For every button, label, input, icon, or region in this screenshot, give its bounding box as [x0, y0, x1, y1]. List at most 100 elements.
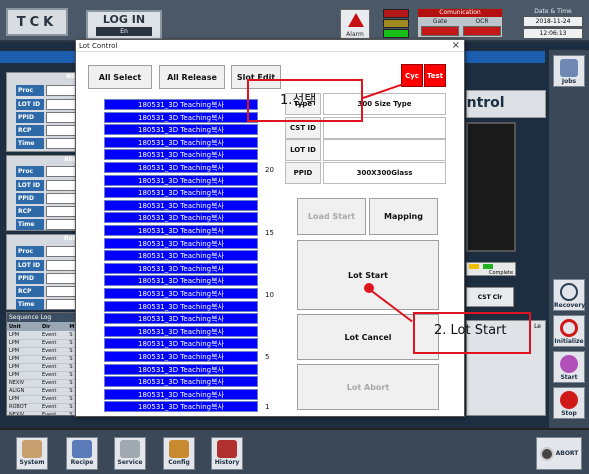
nexiv-proc-sts-label: Proc STS	[16, 85, 44, 105]
abort-button[interactable]: ABORT	[536, 437, 582, 470]
slot-item[interactable]: 180531_3D Teaching복사	[104, 225, 258, 236]
table-row[interactable]: LPM Event S	[7, 395, 79, 404]
slot-item[interactable]: 180531_3D Teaching복사	[104, 351, 258, 362]
dialog-title: Lot Control	[79, 42, 118, 50]
slot-item[interactable]: 180531_3D Teaching복사	[104, 262, 258, 274]
jobs-button[interactable]: Jobs	[553, 55, 585, 87]
abort-label: ABORT	[555, 450, 579, 457]
table-cell: Event	[40, 347, 68, 356]
signal-lamp-red	[383, 9, 409, 18]
table-row[interactable]: LPM Event S	[7, 371, 79, 380]
table-row[interactable]: LPM Event S	[7, 339, 79, 348]
slot-item[interactable]: 180531_3D Teaching복사	[104, 162, 258, 173]
slot-item[interactable]: 180531_3D Teaching복사	[104, 237, 258, 249]
slot-item[interactable]: 180531_3D Teaching복사	[104, 300, 258, 312]
control-title: ontrol	[457, 95, 505, 111]
robot-proc-sts-label: Proc STS	[16, 246, 44, 266]
robot-lot-id-label: LOT ID	[16, 260, 44, 271]
table-cell: Event	[40, 395, 68, 404]
lot-id-label: LOT ID	[285, 139, 321, 161]
stop-button[interactable]: Stop	[553, 387, 585, 419]
service-button[interactable]: Service	[114, 437, 146, 470]
login-label: LOG IN	[102, 13, 146, 26]
slot-item[interactable]: 180531_3D Teaching복사	[104, 187, 258, 199]
slot-item[interactable]: 180531_3D Teaching복사	[104, 388, 258, 400]
slot-item[interactable]: 180531_3D Teaching복사	[104, 288, 258, 299]
all-select-button[interactable]: All Select	[88, 65, 152, 89]
table-cell: Event	[40, 355, 68, 364]
lot-abort-button[interactable]: Lot Abort	[297, 364, 439, 410]
initialize-button[interactable]: Initialize	[553, 315, 585, 347]
table-cell: NEXIV	[7, 379, 41, 388]
mapping-button[interactable]: Mapping	[369, 198, 438, 235]
slot-item[interactable]: 180531_3D Teaching복사	[104, 111, 258, 123]
date-time-title: Date & Time	[534, 8, 572, 15]
slot-number-15: 15	[265, 229, 274, 237]
communication-title: Comunication	[418, 9, 502, 17]
slot-item[interactable]: 180531_3D Teaching복사	[104, 136, 258, 148]
lot-start-button[interactable]: Lot Start	[297, 240, 439, 310]
table-row[interactable]: ROBOT Event S	[7, 403, 79, 412]
signal-lamp-green	[383, 29, 409, 38]
config-button[interactable]: Config	[163, 437, 195, 470]
history-icon	[217, 440, 237, 458]
annotation-step2: 2. Lot Start	[434, 323, 507, 338]
load-start-button[interactable]: Load Start	[297, 198, 366, 235]
all-release-button[interactable]: All Release	[159, 65, 225, 89]
align-lot-id-field	[46, 180, 76, 191]
recipe-button[interactable]: Recipe	[66, 437, 98, 470]
slot-item[interactable]: 180531_3D Teaching복사	[104, 275, 258, 287]
test-button[interactable]: Test	[424, 64, 446, 87]
slot-number-20: 20	[265, 166, 274, 174]
table-row[interactable]: LPM Event S	[7, 347, 79, 356]
table-row[interactable]: NEXIV Event S	[7, 411, 79, 415]
slot-item[interactable]: 180531_3D Teaching복사	[104, 325, 258, 337]
col-unit: Unit	[7, 322, 41, 331]
slot-item[interactable]: 180531_3D Teaching복사	[104, 99, 258, 110]
table-cell: LPM	[7, 339, 41, 348]
legend-swatch-yellow	[469, 264, 479, 269]
slot-item[interactable]: 180531_3D Teaching복사	[104, 212, 258, 224]
slot-item[interactable]: 180531_3D Teaching복사	[104, 313, 258, 325]
table-cell: Event	[40, 387, 68, 396]
table-row[interactable]: NEXIV Event S	[7, 379, 79, 388]
slot-item[interactable]: 180531_3D Teaching복사	[104, 401, 258, 413]
slot-item[interactable]: 180531_3D Teaching복사	[104, 124, 258, 136]
legend-box: Complete	[466, 262, 516, 276]
cst-clear-button[interactable]: CST Clr	[466, 287, 514, 307]
table-row[interactable]: LPM Event S	[7, 363, 79, 372]
play-icon	[560, 355, 578, 373]
slot-item[interactable]: 180531_3D Teaching복사	[104, 149, 258, 161]
annotation-step1: 1.선택	[280, 93, 317, 108]
system-icon	[22, 440, 42, 458]
alarm-button[interactable]: Alarm	[340, 9, 370, 39]
align-time-label: Time	[16, 219, 44, 230]
recipe-label: Recipe	[70, 459, 94, 466]
robot-time-field	[46, 299, 76, 310]
table-cell: Event	[40, 403, 68, 412]
system-button[interactable]: System	[16, 437, 48, 470]
robot-ppid-label: PPID	[16, 273, 44, 284]
table-row[interactable]: ALIGN Event S	[7, 387, 79, 396]
nexiv-ppid-field	[46, 112, 76, 123]
table-row[interactable]: LPM Event S	[7, 355, 79, 364]
abort-icon	[539, 446, 554, 461]
jobs-label: Jobs	[561, 78, 577, 85]
login-button[interactable]: LOG IN En	[86, 10, 162, 40]
history-button[interactable]: History	[211, 437, 243, 470]
close-icon[interactable]: ×	[452, 40, 460, 52]
nexiv-lot-id-field	[46, 99, 76, 110]
stop-label: Stop	[561, 410, 577, 417]
slot-item[interactable]: 180531_3D Teaching복사	[104, 363, 258, 375]
slot-item[interactable]: 180531_3D Teaching복사	[104, 199, 258, 211]
nexiv-proc-sts-field	[46, 85, 76, 96]
slot-item[interactable]: 180531_3D Teaching복사	[104, 174, 258, 186]
slot-item[interactable]: 180531_3D Teaching복사	[104, 250, 258, 262]
slot-item[interactable]: 180531_3D Teaching복사	[104, 376, 258, 388]
table-row[interactable]: LPM Event S	[7, 331, 79, 340]
start-button[interactable]: Start	[553, 351, 585, 383]
table-cell: ALIGN	[7, 387, 41, 396]
recovery-button[interactable]: Recovery	[553, 279, 585, 311]
table-cell: LPM	[7, 355, 41, 364]
slot-item[interactable]: 180531_3D Teaching복사	[104, 338, 258, 350]
